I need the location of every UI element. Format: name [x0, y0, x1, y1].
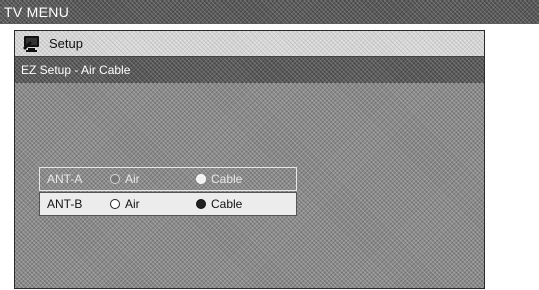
setup-title: Setup: [49, 36, 83, 51]
ant-a-cable-label: Cable: [211, 172, 243, 186]
tv-menu-title-bar: TV MENU: [0, 0, 539, 24]
ant-a-air-option[interactable]: Air: [110, 172, 196, 186]
ant-b-cable-label: Cable: [211, 197, 243, 211]
ant-b-air-option[interactable]: Air: [110, 197, 196, 211]
radio-selected-icon[interactable]: [196, 199, 206, 209]
radio-unselected-icon[interactable]: [110, 174, 120, 184]
ant-a-air-label: Air: [125, 172, 140, 186]
ant-b-row[interactable]: ANT-B Air Cable: [39, 192, 297, 216]
ez-setup-subtitle: EZ Setup - Air Cable: [21, 63, 131, 77]
ez-setup-subtitle-bar: EZ Setup - Air Cable: [15, 57, 484, 83]
ant-a-cable-option[interactable]: Cable: [196, 172, 242, 186]
setup-header: Setup: [15, 31, 484, 57]
radio-selected-icon[interactable]: [196, 174, 206, 184]
tv-setup-icon: [21, 35, 43, 53]
antenna-settings-area: ANT-A Air Cable ANT-B Air Cable: [15, 83, 484, 290]
menu-title: TV MENU: [4, 4, 70, 20]
radio-unselected-icon[interactable]: [110, 199, 120, 209]
ant-a-label: ANT-A: [47, 172, 83, 186]
setup-panel: Setup EZ Setup - Air Cable ANT-A Air Cab…: [14, 30, 485, 289]
ant-b-label: ANT-B: [47, 197, 83, 211]
ant-a-row[interactable]: ANT-A Air Cable: [39, 167, 297, 191]
ant-b-cable-option[interactable]: Cable: [196, 197, 242, 211]
ant-b-air-label: Air: [125, 197, 140, 211]
